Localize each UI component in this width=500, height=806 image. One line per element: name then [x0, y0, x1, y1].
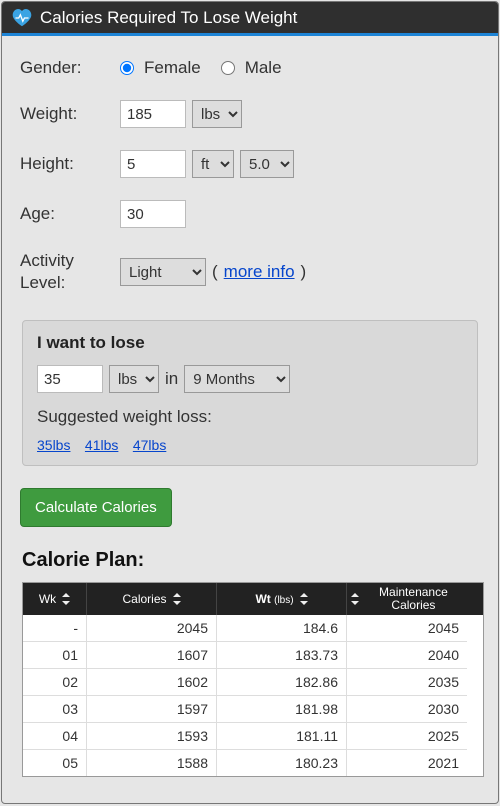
suggestion-link-3[interactable]: 47lbs	[133, 437, 166, 453]
row-gender: Gender: Female Male	[20, 58, 480, 78]
lose-row: lbs in 9 Months	[37, 365, 463, 393]
cell-wk: 04	[23, 723, 87, 750]
height-unit-select[interactable]: ft	[192, 150, 234, 178]
row-height: Height: ft 5.0	[20, 150, 480, 178]
cell-cal: 1597	[87, 696, 217, 723]
radio-female[interactable]	[120, 61, 134, 75]
label-activity: Activity Level:	[20, 250, 120, 294]
cell-cal: 1607	[87, 642, 217, 669]
col-wk[interactable]: Wk	[23, 583, 87, 615]
suggestion-link-1[interactable]: 35lbs	[37, 437, 70, 453]
suggested-links: 35lbs 41lbs 47lbs	[37, 437, 463, 455]
cell-maint: 2040	[347, 642, 467, 669]
row-activity: Activity Level: Light ( more info)	[20, 250, 480, 294]
in-text: in	[165, 369, 178, 389]
weight-input[interactable]	[120, 100, 186, 128]
col-maint[interactable]: Maintenance Calories	[347, 583, 467, 615]
cell-cal: 1588	[87, 750, 217, 776]
label-age: Age:	[20, 204, 120, 224]
height-input[interactable]	[120, 150, 186, 178]
cell-maint: 2030	[347, 696, 467, 723]
lose-box: I want to lose lbs in 9 Months Suggested…	[22, 320, 478, 466]
content: Gender: Female Male Weight: lbs Height:	[2, 36, 498, 777]
table-row: 041593181.112025	[23, 723, 483, 750]
sort-icon	[351, 593, 358, 605]
cell-maint: 2025	[347, 723, 467, 750]
cell-wt: 184.6	[217, 615, 347, 642]
radio-female-label: Female	[144, 58, 201, 78]
cell-cal: 2045	[87, 615, 217, 642]
cell-wk: -	[23, 615, 87, 642]
plan-title: Calorie Plan:	[22, 549, 480, 572]
lose-title: I want to lose	[37, 333, 463, 353]
col-wt[interactable]: Wt (lbs)	[217, 583, 347, 615]
cell-wk: 01	[23, 642, 87, 669]
height-inches-select[interactable]: 5.0	[240, 150, 294, 178]
cell-wt: 183.73	[217, 642, 347, 669]
cell-wk: 03	[23, 696, 87, 723]
cell-maint: 2035	[347, 669, 467, 696]
title-text: Calories Required To Lose Weight	[40, 8, 297, 28]
age-input[interactable]	[120, 200, 186, 228]
cell-wt: 181.98	[217, 696, 347, 723]
grid-header: Wk Calories Wt (lbs) Maintenance Calorie…	[23, 583, 483, 615]
cell-wt: 182.86	[217, 669, 347, 696]
cell-maint: 2021	[347, 750, 467, 776]
label-height: Height:	[20, 154, 120, 174]
calculate-button[interactable]: Calculate Calories	[20, 488, 172, 527]
col-calories[interactable]: Calories	[87, 583, 217, 615]
cell-wk: 05	[23, 750, 87, 776]
lose-unit-select[interactable]: lbs	[109, 365, 159, 393]
lose-amount-input[interactable]	[37, 365, 103, 393]
more-info-link[interactable]: more info	[224, 262, 295, 282]
grid-body[interactable]: -2045184.62045011607183.732040021602182.…	[23, 615, 483, 776]
row-age: Age:	[20, 200, 480, 228]
paren-close: )	[301, 262, 307, 282]
table-row: 051588180.232021	[23, 750, 483, 776]
label-gender: Gender:	[20, 58, 120, 78]
radio-male[interactable]	[221, 61, 235, 75]
paren-open: (	[212, 262, 218, 282]
table-row: 021602182.862035	[23, 669, 483, 696]
sort-icon	[173, 593, 181, 605]
radio-male-label: Male	[245, 58, 282, 78]
cell-maint: 2045	[347, 615, 467, 642]
suggestion-link-2[interactable]: 41lbs	[85, 437, 118, 453]
label-weight: Weight:	[20, 104, 120, 124]
titlebar: Calories Required To Lose Weight	[2, 2, 498, 36]
cell-wk: 02	[23, 669, 87, 696]
row-weight: Weight: lbs	[20, 100, 480, 128]
sort-icon	[300, 593, 308, 605]
app-window: Calories Required To Lose Weight Gender:…	[1, 1, 499, 804]
cell-cal: 1602	[87, 669, 217, 696]
heart-pulse-icon	[12, 9, 32, 27]
weight-unit-select[interactable]: lbs	[192, 100, 242, 128]
table-row: -2045184.62045	[23, 615, 483, 642]
cell-wt: 180.23	[217, 750, 347, 776]
table-row: 011607183.732040	[23, 642, 483, 669]
suggested-label: Suggested weight loss:	[37, 407, 463, 427]
cell-wt: 181.11	[217, 723, 347, 750]
cell-cal: 1593	[87, 723, 217, 750]
lose-duration-select[interactable]: 9 Months	[184, 365, 290, 393]
activity-select[interactable]: Light	[120, 258, 206, 286]
calorie-grid: Wk Calories Wt (lbs) Maintenance Calorie…	[22, 582, 484, 777]
table-row: 031597181.982030	[23, 696, 483, 723]
sort-icon	[62, 593, 70, 605]
